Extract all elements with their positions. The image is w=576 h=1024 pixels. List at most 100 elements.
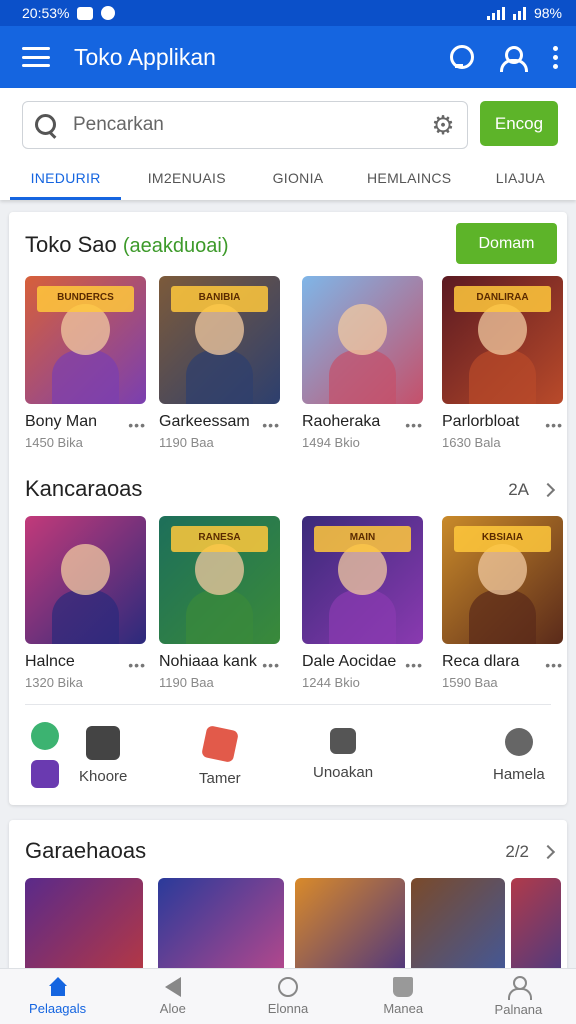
app-thumbnail[interactable]: MAIN [302, 516, 423, 644]
nav-back[interactable]: Aloe [115, 969, 230, 1024]
section-title: Toko Sao (aeakduoai) [25, 232, 228, 258]
app-thumbnail[interactable]: DANLIRAA [442, 276, 563, 404]
more-dots-icon[interactable]: ••• [262, 657, 280, 673]
app-tile[interactable]: Raoheraka 1494 Bkio ••• [302, 276, 423, 450]
app-tile[interactable]: KBSIAIA Reca dlara 1590 Baa ••• [442, 516, 563, 690]
signal-icon [486, 6, 505, 20]
shortcut-label: Khoore [79, 767, 128, 785]
section-title-3: Garaehaoas [25, 838, 147, 863]
search-icon [35, 114, 57, 136]
app-tile[interactable]: BANIBIA Garkeessam 1190 Baa ••• [159, 276, 280, 450]
app-thumbnail[interactable] [302, 276, 423, 404]
home-icon [47, 977, 69, 997]
nav-library[interactable]: Manea [346, 969, 461, 1024]
app-size: 1190 Baa [159, 435, 214, 450]
app-thumbnail[interactable]: BANIBIA [159, 276, 280, 404]
character-face [478, 544, 527, 596]
more-options-icon[interactable] [553, 45, 558, 69]
nav-refresh[interactable]: Elonna [230, 969, 345, 1024]
app-tile[interactable]: Halnce 1320 Bika ••• [25, 516, 146, 690]
character-shape [51, 590, 120, 644]
app-thumbnail[interactable] [411, 878, 505, 980]
tab-1[interactable]: IM2ENUAIS [131, 164, 242, 200]
profile-icon [507, 976, 533, 1000]
cube-app-icon [200, 725, 239, 763]
pager-text: 2/2 [505, 842, 529, 861]
more-dots-icon[interactable]: ••• [128, 417, 146, 433]
app-tile[interactable]: BUNDERCS Bony Man 1450 Bika ••• [25, 276, 146, 450]
app-thumbnail[interactable]: RANESA [159, 516, 280, 644]
battery-level: 98% [533, 5, 562, 21]
game-logo: RANESA [171, 526, 268, 552]
app-thumbnail[interactable] [511, 878, 561, 980]
tab-2[interactable]: GIONIA [242, 164, 353, 200]
account-icon[interactable] [499, 45, 528, 72]
app-thumbnail[interactable] [158, 878, 284, 980]
shortcut-hamela[interactable]: Hamela [493, 728, 545, 783]
search-panel: ⚙ Encog INEDURIR IM2ENUAIS GIONIA HEMLAI… [0, 88, 576, 200]
shortcut-unoakan[interactable]: Unoakan [313, 728, 373, 781]
shortcut-khoore[interactable]: Khoore [31, 722, 127, 788]
tab-3[interactable]: HEMLAINCS [354, 164, 465, 200]
nav-label: Elonna [267, 1001, 309, 1016]
nav-label: Palnana [494, 1002, 543, 1017]
shortcut-tamer[interactable]: Tamer [199, 725, 241, 787]
gear-icon[interactable]: ⚙ [431, 112, 455, 138]
app-thumbnail[interactable] [25, 516, 146, 644]
character-face [195, 304, 244, 356]
app-thumbnail[interactable]: BUNDERCS [25, 276, 146, 404]
refresh-icon [278, 977, 298, 997]
more-dots-icon[interactable]: ••• [545, 657, 563, 673]
app-tile[interactable]: RANESA Nohiaaa kank 1190 Baa ••• [159, 516, 280, 690]
character-face [61, 544, 110, 596]
wifi-icon [512, 6, 526, 20]
shortcut-label: Unoakan [313, 764, 374, 781]
character-shape [468, 350, 537, 404]
app-thumbnail[interactable]: KBSIAIA [442, 516, 563, 644]
more-dots-icon[interactable]: ••• [545, 417, 563, 433]
search-button[interactable]: Encog [480, 101, 558, 146]
search-box[interactable]: ⚙ [22, 101, 468, 149]
app-size: 1320 Bika [25, 675, 83, 690]
app-size: 1494 Bkio [302, 435, 360, 450]
app-size: 1190 Baa [159, 675, 214, 690]
app-thumbnail[interactable] [295, 878, 405, 980]
game-logo: KBSIAIA [454, 526, 551, 552]
menu-icon[interactable] [22, 47, 50, 67]
nav-label: Manea [383, 1001, 424, 1016]
chevron-right-icon[interactable] [540, 482, 556, 498]
character-face [338, 304, 387, 356]
character-face [61, 304, 110, 356]
game-logo: DANLIRAA [454, 286, 551, 312]
shortcut-label: Tamer [199, 770, 241, 787]
more-dots-icon[interactable]: ••• [405, 657, 423, 673]
more-dots-icon[interactable]: ••• [262, 417, 280, 433]
divider [25, 704, 551, 705]
more-dots-icon[interactable]: ••• [405, 417, 423, 433]
chevron-right-icon[interactable] [540, 844, 556, 860]
nav-label: Pelaagals [29, 1001, 87, 1016]
section-pager[interactable]: 2A [508, 480, 556, 500]
play-icon [164, 977, 181, 997]
nav-label: Aloe [159, 1001, 186, 1016]
section-pager-3[interactable]: 2/2 [505, 842, 556, 862]
section-title-text: Toko Sao [25, 232, 117, 257]
character-shape [468, 590, 537, 644]
nav-home[interactable]: Pelaagals [0, 969, 115, 1024]
app-size: 1590 Baa [442, 675, 498, 690]
app-thumbnail[interactable] [25, 878, 143, 980]
game-logo: BUNDERCS [37, 286, 134, 312]
app-bar: Toko Applikan [0, 26, 576, 88]
circle-app-icon [504, 728, 533, 756]
more-dots-icon[interactable]: ••• [128, 657, 146, 673]
character-face [478, 304, 527, 356]
lightbulb-icon[interactable] [449, 45, 474, 69]
app-tile[interactable]: MAIN Dale Aocidae 1244 Bkio ••• [302, 516, 423, 690]
nav-profile[interactable]: Palnana [461, 969, 576, 1024]
app-tile[interactable]: DANLIRAA Parlorbloat 1630 Bala ••• [442, 276, 563, 450]
tab-0[interactable]: INEDURIR [10, 164, 122, 200]
tab-4[interactable]: LIAJUA [465, 164, 576, 200]
search-input[interactable] [73, 114, 431, 136]
mail-icon [77, 6, 94, 20]
section-action-button[interactable]: Domam [456, 223, 557, 264]
